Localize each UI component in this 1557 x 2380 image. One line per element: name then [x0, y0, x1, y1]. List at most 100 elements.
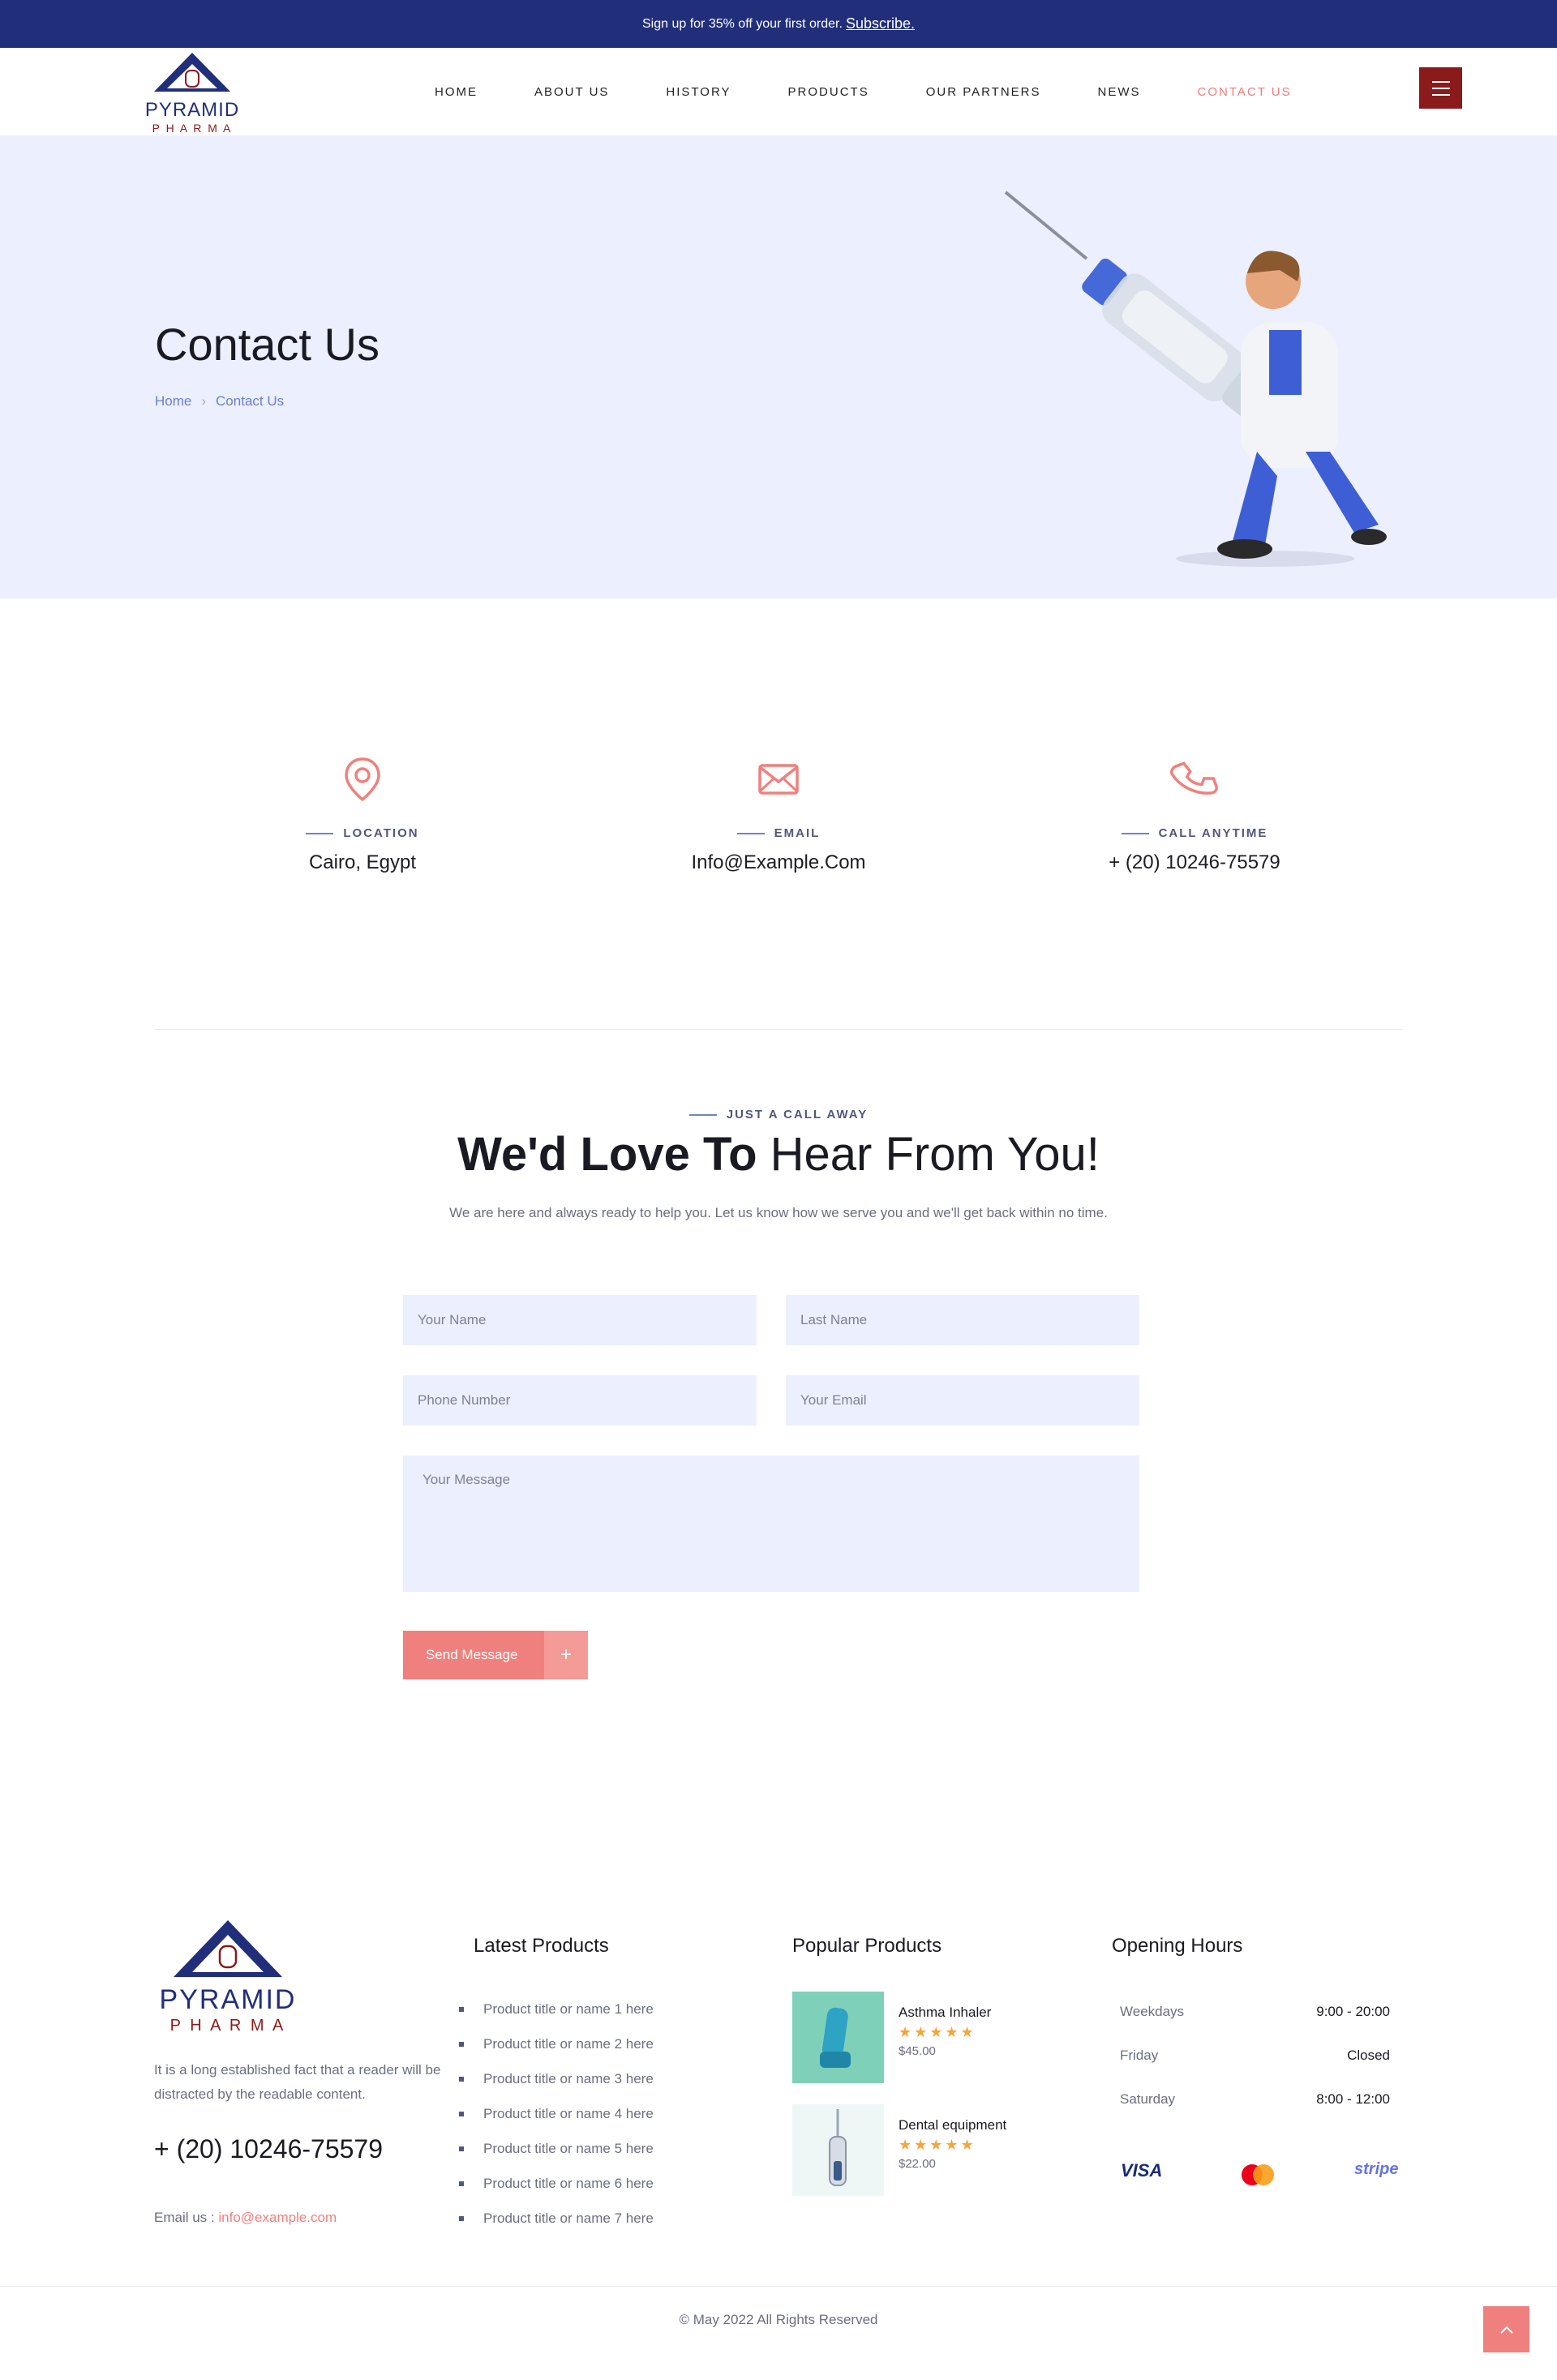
- footer-logo[interactable]: PYRAMID P H A R M A: [155, 1919, 301, 2040]
- page-title: Contact Us: [155, 319, 380, 370]
- footer-divider: [0, 2286, 1557, 2287]
- announcement-bar: Sign up for 35% off your first order. Su…: [0, 0, 1557, 48]
- info-value[interactable]: + (20) 10246-75579: [1024, 851, 1365, 874]
- footer-email: Email us : info@example.com: [154, 2210, 337, 2226]
- hours-row: Saturday 8:00 - 12:00: [1112, 2091, 1398, 2108]
- nav-contact-us[interactable]: CONTACT US: [1198, 85, 1292, 99]
- popular-products-title: Popular Products: [792, 1935, 942, 1957]
- section-kicker: JUST A CALL AWAY: [0, 1108, 1557, 1121]
- inhaler-product-image[interactable]: [792, 1992, 884, 2083]
- phone-number-input[interactable]: [403, 1375, 757, 1426]
- copyright-text: © May 2022 All Rights Reserved: [679, 2312, 878, 2327]
- message-textarea[interactable]: [403, 1456, 1139, 1592]
- stripe-icon: stripe: [1354, 2160, 1399, 2178]
- footer-email-label: Email us :: [154, 2210, 215, 2225]
- popular-product-card[interactable]: Dental equipment ★★★★★ $22.00: [792, 2104, 1006, 2196]
- hours-time: 8:00 - 12:00: [1316, 2091, 1390, 2107]
- section-heading: We'd Love To Hear From You!: [0, 1127, 1557, 1181]
- info-value: Cairo, Egypt: [308, 851, 417, 873]
- footer-logo-text-pharma: P H A R M A: [170, 2017, 286, 2035]
- product-name[interactable]: Asthma Inhaler: [899, 2005, 991, 2021]
- phone-icon: [1170, 761, 1218, 795]
- section-divider: [155, 1029, 1403, 1030]
- hours-time: Closed: [1347, 2048, 1390, 2063]
- send-message-button[interactable]: Send Message +: [403, 1631, 588, 1679]
- list-item[interactable]: Product title or name 7 here: [459, 2201, 654, 2236]
- list-item[interactable]: Product title or name 3 here: [459, 2061, 654, 2096]
- nav-history[interactable]: HISTORY: [666, 85, 731, 99]
- kicker-text: JUST A CALL AWAY: [726, 1108, 869, 1121]
- product-name[interactable]: Dental equipment: [899, 2117, 1006, 2133]
- latest-products-title: Latest Products: [474, 1935, 609, 1957]
- popular-product-card[interactable]: Asthma Inhaler ★★★★★ $45.00: [792, 1992, 991, 2083]
- info-label: CALL ANYTIME: [1024, 826, 1365, 840]
- product-meta: Asthma Inhaler ★★★★★ $45.00: [899, 2005, 991, 2083]
- list-item[interactable]: Product title or name 6 here: [459, 2166, 654, 2201]
- visa-icon: VISA: [1121, 2160, 1163, 2181]
- footer-description: It is a long established fact that a rea…: [154, 2062, 441, 2102]
- main-nav: HOME ABOUT US HISTORY PRODUCTS OUR PARTN…: [435, 48, 1349, 135]
- logo-text-pyramid: PYRAMID: [145, 99, 239, 121]
- nav-products[interactable]: PRODUCTS: [788, 85, 869, 99]
- info-phone: CALL ANYTIME + (20) 10246-75579: [1024, 754, 1365, 874]
- announcement-text: Sign up for 35% off your first order.: [642, 16, 843, 31]
- scroll-to-top-button[interactable]: [1483, 2306, 1529, 2352]
- hours-day: Friday: [1120, 2048, 1159, 2063]
- breadcrumb-home[interactable]: Home: [155, 393, 191, 410]
- hours-day: Weekdays: [1120, 2004, 1185, 2019]
- mastercard-icon: [1242, 2164, 1274, 2185]
- chevron-up-icon: [1499, 2326, 1513, 2334]
- menu-icon-line: [1431, 93, 1450, 96]
- heading-bold: We'd Love To: [457, 1128, 757, 1181]
- list-item[interactable]: Product title or name 4 here: [459, 2096, 654, 2131]
- product-price: $22.00: [899, 2157, 936, 2171]
- dental-equipment-product-image[interactable]: [792, 2104, 884, 2196]
- info-label: LOCATION: [192, 826, 533, 840]
- info-label: EMAIL: [608, 826, 949, 840]
- hours-time: 9:00 - 20:00: [1316, 2004, 1390, 2019]
- nav-about-us[interactable]: ABOUT US: [534, 85, 609, 99]
- section-subtext: We are here and always ready to help you…: [449, 1205, 1108, 1220]
- email-input[interactable]: [786, 1375, 1139, 1426]
- footer-logo-text-pyramid: PYRAMID: [160, 1984, 297, 2015]
- opening-hours-title: Opening Hours: [1112, 1935, 1243, 1957]
- footer-email-link[interactable]: info@example.com: [218, 2210, 337, 2225]
- menu-icon-line: [1431, 80, 1450, 83]
- plus-icon: +: [544, 1631, 588, 1679]
- product-meta: Dental equipment ★★★★★ $22.00: [899, 2117, 1006, 2196]
- latest-products-list: Product title or name 1 here Product tit…: [459, 1992, 654, 2236]
- send-message-label: Send Message: [426, 1647, 518, 1662]
- menu-icon-line: [1431, 87, 1450, 89]
- footer-phone[interactable]: + (20) 10246-75579: [154, 2134, 383, 2164]
- heading-light: Hear From You!: [770, 1128, 1100, 1181]
- first-name-input[interactable]: [403, 1295, 757, 1345]
- breadcrumb-current: Contact Us: [216, 393, 285, 409]
- product-price: $45.00: [899, 2044, 936, 2058]
- info-location: LOCATION Cairo, Egypt: [192, 754, 533, 874]
- pyramid-pharma-logo[interactable]: PYRAMID P H A R M A: [139, 51, 245, 135]
- breadcrumb: Home › Contact Us: [155, 393, 284, 410]
- location-pin-icon: [345, 757, 380, 802]
- nav-home[interactable]: HOME: [435, 85, 478, 99]
- site-header: PYRAMID P H A R M A HOME ABOUT US HISTOR…: [0, 48, 1557, 135]
- star-rating-icon: ★★★★★: [899, 2137, 976, 2153]
- info-email: EMAIL Info@Example.Com: [608, 754, 949, 874]
- hours-row: Friday Closed: [1112, 2048, 1398, 2064]
- info-value[interactable]: Info@Example.Com: [608, 851, 949, 874]
- list-item[interactable]: Product title or name 1 here: [459, 1992, 654, 2026]
- page-hero: Contact Us Home › Contact Us: [0, 135, 1557, 598]
- logo-text-pharma: P H A R M A: [152, 122, 233, 135]
- nav-news[interactable]: NEWS: [1098, 85, 1141, 99]
- last-name-input[interactable]: [786, 1295, 1139, 1345]
- nav-our-partners[interactable]: OUR PARTNERS: [926, 85, 1041, 99]
- hours-row: Weekdays 9:00 - 20:00: [1112, 2004, 1398, 2020]
- star-rating-icon: ★★★★★: [899, 2024, 976, 2040]
- list-item[interactable]: Product title or name 2 here: [459, 2026, 654, 2061]
- envelope-icon: [758, 764, 799, 795]
- hamburger-menu-button[interactable]: [1419, 67, 1462, 109]
- hours-day: Saturday: [1120, 2091, 1176, 2107]
- breadcrumb-chevron-icon: ›: [201, 393, 207, 409]
- subscribe-link[interactable]: Subscribe.: [846, 15, 915, 32]
- list-item[interactable]: Product title or name 5 here: [459, 2131, 654, 2166]
- doctor-syringe-illustration: [1004, 191, 1387, 567]
